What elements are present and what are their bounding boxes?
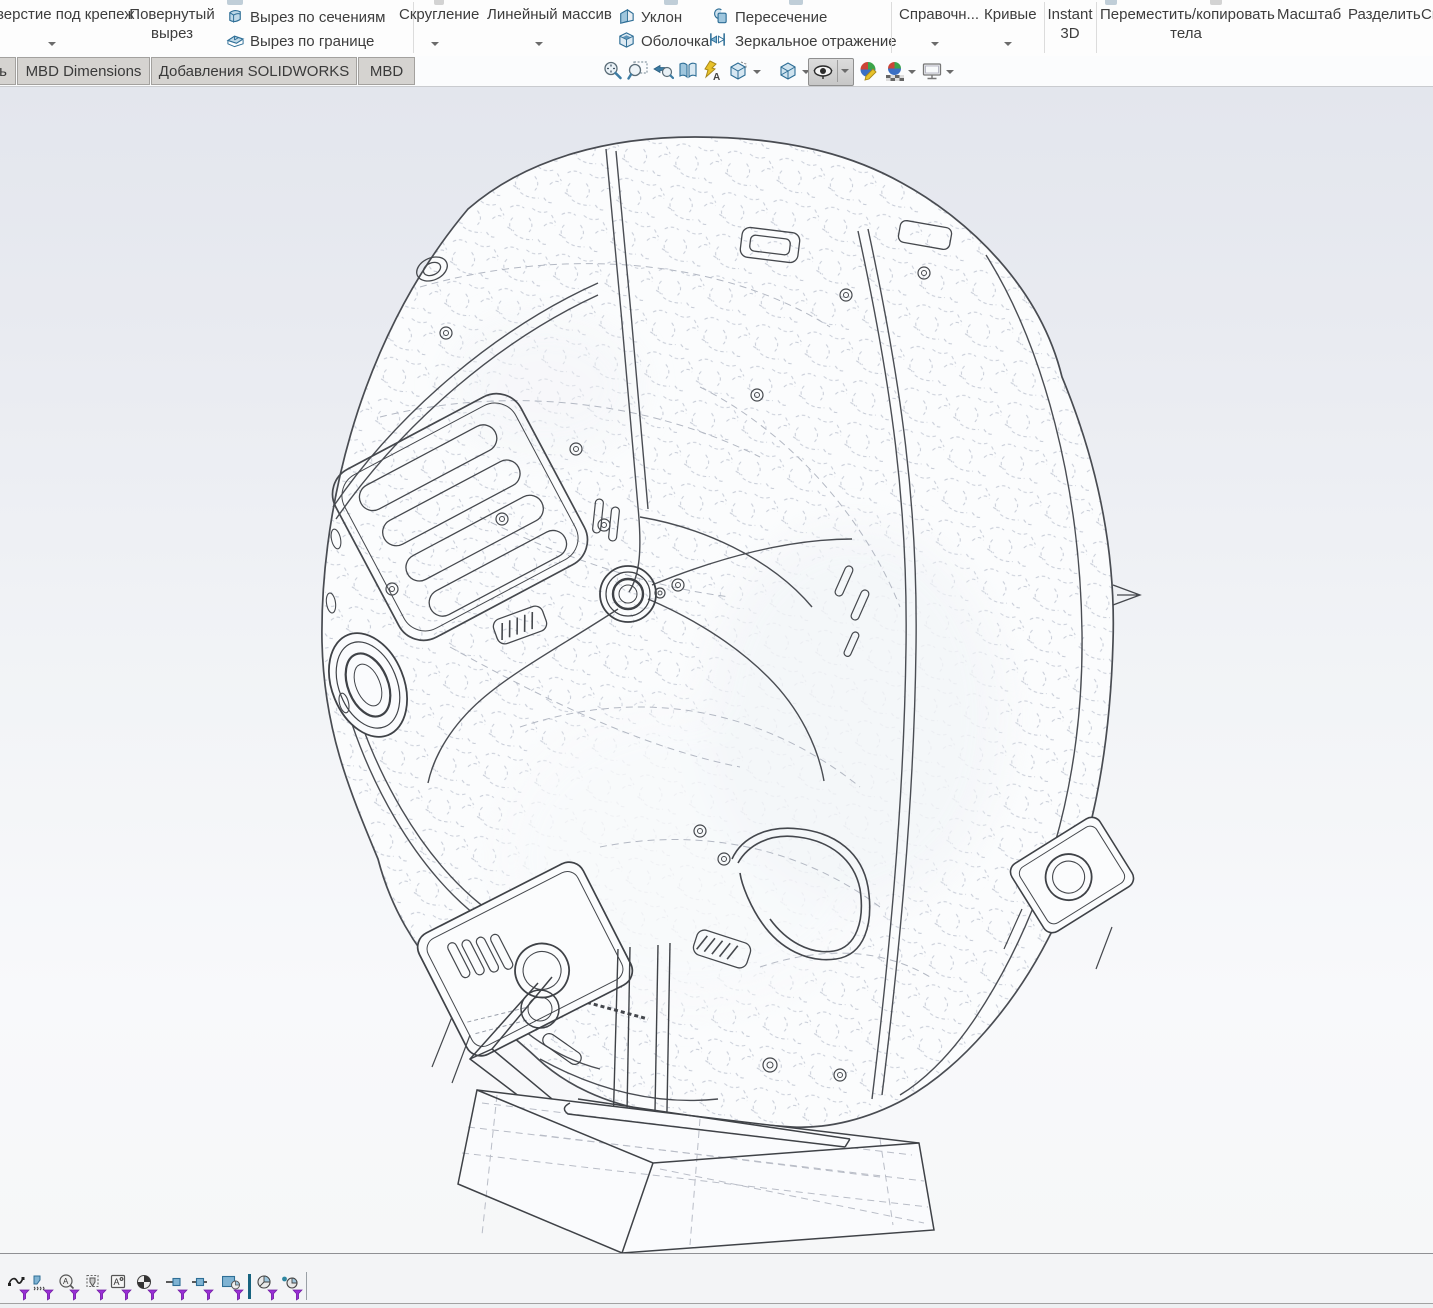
toolbar-end-separator <box>306 1272 307 1300</box>
instant3d-line2: 3D <box>1046 24 1094 43</box>
revolved-cut-line1: Повернутый <box>128 5 216 24</box>
edit-appearance-icon[interactable] <box>858 60 880 82</box>
view-orientation-icon[interactable] <box>727 60 749 82</box>
fillet-button[interactable]: Скругление <box>399 6 479 23</box>
clipped-right-button[interactable]: Ск <box>1421 6 1433 23</box>
intersect-icon <box>710 7 729 26</box>
hole-wizard-button[interactable]: верстие под крепеж <box>0 6 134 23</box>
boundary-cut-button[interactable]: Вырез по границе <box>250 33 374 50</box>
filter-dimensions-icon[interactable]: A <box>58 1274 80 1301</box>
command-manager-tab-bar: ь MBD Dimensions Добавления SOLIDWORKS M… <box>0 56 1433 87</box>
svg-text:A: A <box>114 1277 120 1287</box>
eye-icon <box>812 60 834 82</box>
ribbon-separator <box>1044 2 1045 53</box>
selection-filter-toolbar: A A <box>0 1254 1433 1304</box>
clipped-icon-fragment <box>664 0 678 5</box>
revolved-cut-button[interactable]: Повернутый вырез <box>128 5 216 43</box>
move-copy-line2: тела <box>1100 24 1272 43</box>
filter-face-selection-icon[interactable] <box>222 1274 244 1301</box>
filter-edge-selection-icon[interactable] <box>166 1274 188 1301</box>
dropdown-caret[interactable] <box>431 42 439 46</box>
filter-vertex-selection-icon[interactable] <box>192 1274 214 1301</box>
mirror-button[interactable]: Зеркальное отражение <box>735 33 897 50</box>
filter-solid-bodies-icon[interactable] <box>256 1274 278 1301</box>
shell-button[interactable]: Оболочка <box>641 33 709 50</box>
tab-mbd-dimensions[interactable]: MBD Dimensions <box>17 57 150 85</box>
zoom-to-area-icon[interactable] <box>627 60 649 82</box>
draft-button[interactable]: Уклон <box>641 9 682 26</box>
section-view-icon[interactable] <box>677 60 699 82</box>
status-bar-edge <box>0 1304 1433 1308</box>
view-settings-icon[interactable] <box>921 60 943 82</box>
move-copy-line1: Переместить/копировать <box>1100 5 1272 24</box>
move-copy-bodies-button[interactable]: Переместить/копировать тела <box>1100 5 1272 43</box>
ribbon-separator <box>891 2 892 53</box>
mirror-icon <box>708 30 727 49</box>
graphics-area[interactable] <box>0 87 1433 1254</box>
dropdown-caret[interactable] <box>908 70 916 74</box>
split-button[interactable]: Разделить <box>1348 6 1421 23</box>
filter-weld-beads-icon[interactable] <box>32 1274 54 1301</box>
instant3d-line1: Instant <box>1046 5 1094 24</box>
dropdown-caret[interactable] <box>535 42 543 46</box>
apply-scene-icon[interactable] <box>884 60 906 82</box>
svg-text:A: A <box>63 1277 69 1286</box>
filter-group-separator <box>248 1274 251 1299</box>
dropdown-caret[interactable] <box>946 70 954 74</box>
ribbon-separator <box>1096 2 1097 53</box>
tab-mbd[interactable]: MBD <box>358 57 415 85</box>
loft-cut-button[interactable]: Вырез по сечениям <box>250 9 385 26</box>
dropdown-caret[interactable] <box>841 69 849 73</box>
clipped-icon-fragment <box>434 0 444 5</box>
intersect-button[interactable]: Пересечение <box>735 9 827 26</box>
tab-clipped[interactable]: ь <box>0 57 16 85</box>
zoom-to-fit-icon[interactable] <box>602 60 624 82</box>
filter-appearances-icon[interactable] <box>136 1274 158 1301</box>
boundary-cut-icon <box>226 30 245 49</box>
svg-text:A: A <box>713 72 720 82</box>
filter-notes-icon[interactable]: A <box>110 1274 132 1301</box>
filter-edges-icon[interactable] <box>8 1274 30 1301</box>
draft-icon <box>617 7 636 26</box>
hide-show-items-button[interactable] <box>808 58 854 86</box>
clipped-icon-fragment <box>227 0 243 5</box>
wireframe-helmet-model <box>0 87 1433 1253</box>
dropdown-caret[interactable] <box>48 42 56 46</box>
shell-icon <box>617 30 636 49</box>
revolved-cut-line2: вырез <box>128 24 216 43</box>
previous-view-icon[interactable] <box>652 60 674 82</box>
ribbon: верстие под крепеж Повернутый вырез Выре… <box>0 0 1433 56</box>
loft-cut-icon <box>226 7 245 26</box>
dynamic-annotation-views-icon[interactable]: A <box>701 60 723 82</box>
solidworks-window: { "ribbon": { "hole_wizard": "верстие по… <box>0 0 1433 1308</box>
instant3d-button[interactable]: Instant 3D <box>1046 5 1094 43</box>
tab-solidworks-addins[interactable]: Добавления SOLIDWORKS <box>151 57 357 85</box>
dropdown-caret[interactable] <box>1004 42 1012 46</box>
clipped-icon-fragment <box>789 0 803 5</box>
button-divider <box>837 60 838 82</box>
curves-button[interactable]: Кривые <box>984 6 1037 23</box>
scale-button[interactable]: Масштаб <box>1277 6 1341 23</box>
linear-pattern-button[interactable]: Линейный массив <box>487 6 612 23</box>
dropdown-caret[interactable] <box>753 70 761 74</box>
reference-geometry-button[interactable]: Справочн... <box>899 6 979 23</box>
display-style-icon[interactable] <box>777 60 799 82</box>
filter-datums-icon[interactable] <box>85 1274 107 1301</box>
dropdown-caret[interactable] <box>931 42 939 46</box>
filter-surface-bodies-icon[interactable] <box>281 1274 303 1301</box>
